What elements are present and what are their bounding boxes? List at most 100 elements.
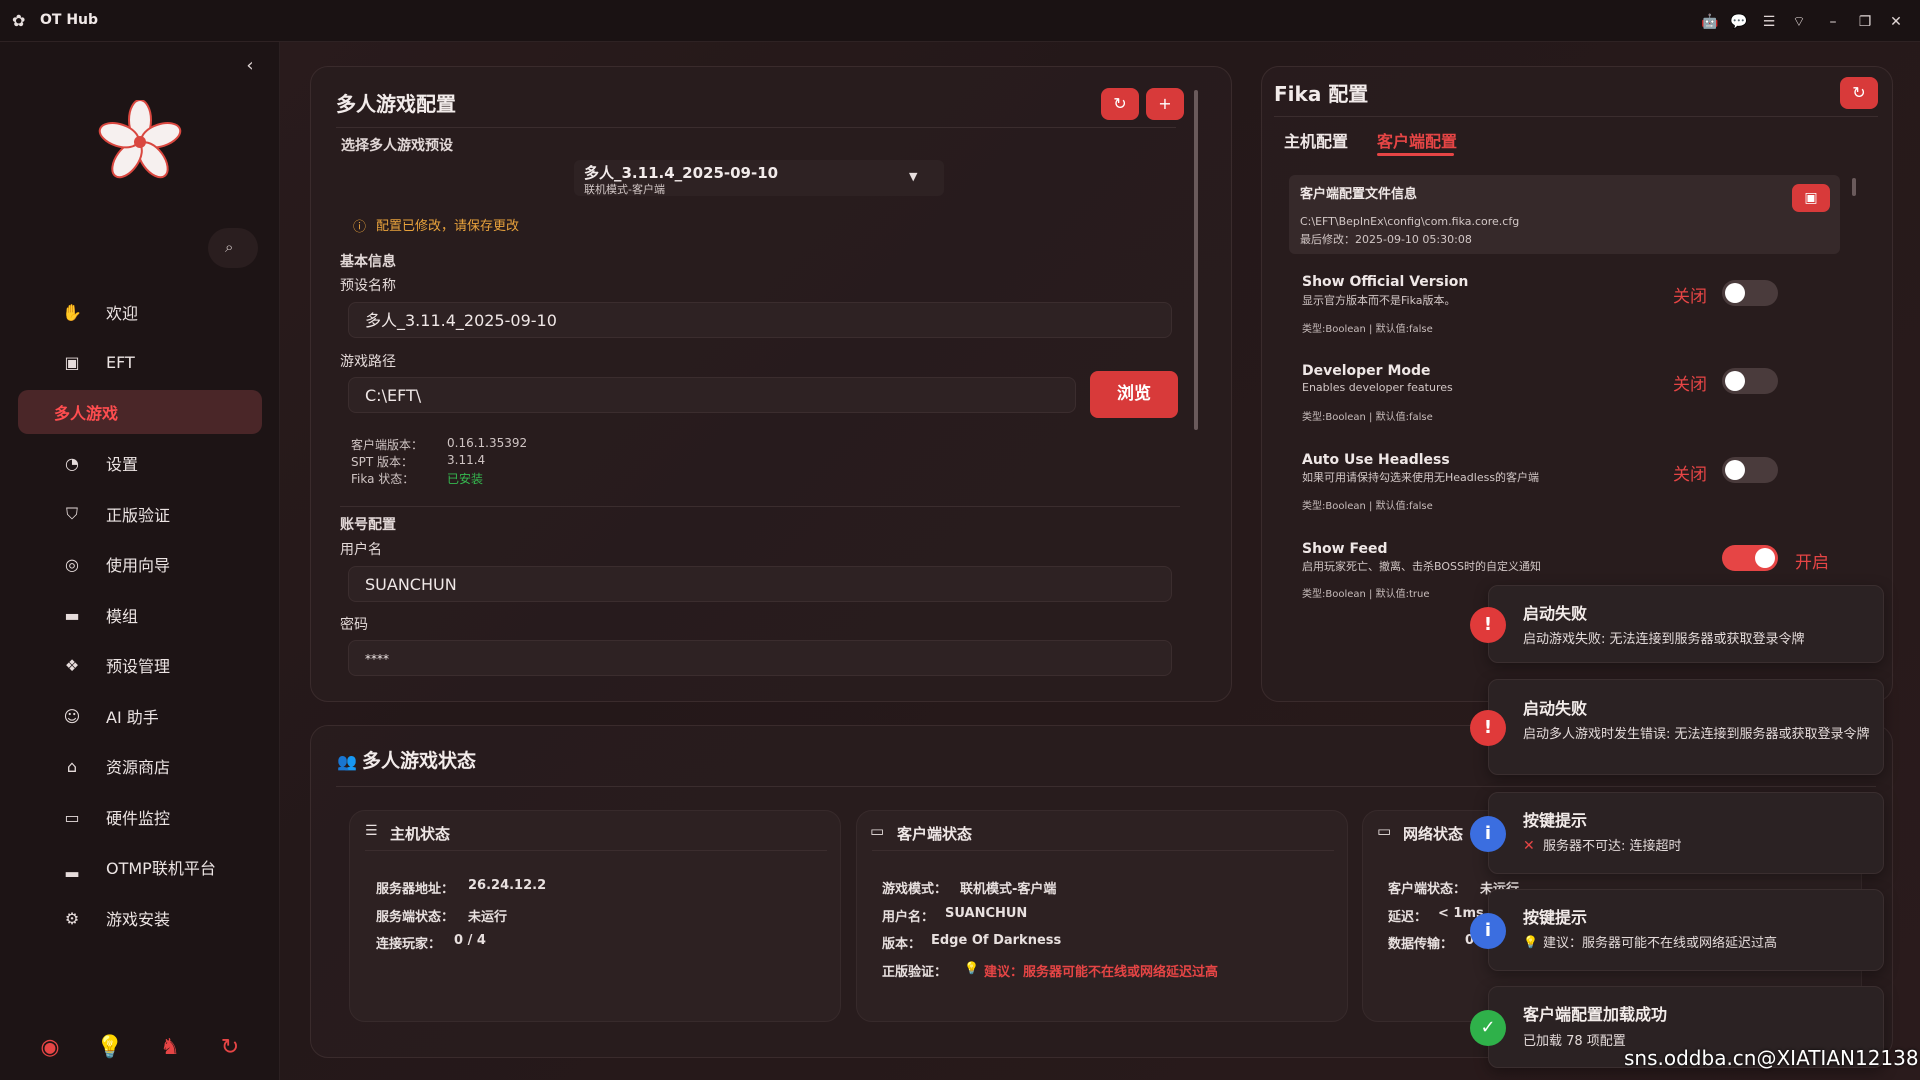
sidebar-item-license[interactable]: ⛉ 正版验证: [18, 492, 262, 536]
tab-host-config[interactable]: 主机配置: [1284, 128, 1348, 152]
scrollbar[interactable]: [1194, 90, 1198, 430]
store-icon: ⌂: [66, 756, 78, 776]
toast-message: 启动多人游戏时发生错误: 无法连接到服务器或获取登录令牌: [1523, 727, 1870, 742]
tab-client-config[interactable]: 客户端配置: [1377, 128, 1457, 152]
chat-icon[interactable]: 💬: [1729, 12, 1749, 32]
page-title: 多人游戏配置: [336, 92, 456, 116]
client-status-card: ▭ 客户端状态 游戏模式： 联机模式-客户端 用户名： SUANCHUN 版本：…: [856, 810, 1348, 1022]
toast-info[interactable]: i 按键提示 ✕ 服务器不可达: 连接超时: [1470, 792, 1884, 874]
sidebar-item-store[interactable]: ⌂ 资源商店: [18, 744, 262, 788]
warning-icon: ⓘ: [353, 220, 367, 235]
preset-select-label: 选择多人游戏预设: [341, 138, 453, 154]
checkmark-icon: ✓: [1470, 1010, 1506, 1046]
show-feed-toggle[interactable]: [1722, 545, 1778, 571]
preset-name-input[interactable]: 多人_3.11.4_2025-09-10: [348, 302, 1172, 338]
setting-title: Auto Use Headless: [1302, 452, 1450, 468]
fika-refresh-button[interactable]: ↻: [1840, 77, 1878, 109]
shield-icon: ⛉: [65, 504, 78, 523]
host-status-card: ☰ 主机状态 服务器地址： 26.24.12.2 服务端状态： 未运行 连接玩家…: [349, 810, 841, 1022]
network-status-title: 网络状态: [1403, 825, 1464, 843]
wifi-icon[interactable]: ⌔: [1789, 12, 1809, 32]
setting-state-label: 关闭: [1673, 465, 1707, 485]
sidebar-item-guide[interactable]: ◎ 使用向导: [18, 542, 262, 586]
palette-icon: ◔: [65, 453, 79, 473]
save-icon: ▣: [1804, 190, 1818, 206]
sidebar-item-welcome[interactable]: ✋ 欢迎: [18, 290, 262, 334]
edition-value: Edge Of Darkness: [931, 933, 1062, 948]
info-icon: i: [1470, 913, 1506, 949]
toast-info[interactable]: i 按键提示 💡 建议：服务器可能不在线或网络延迟过高: [1470, 889, 1884, 971]
refresh-icon[interactable]: ↻: [215, 1033, 245, 1063]
status-title: 多人游戏状态: [362, 750, 477, 772]
client-state-label: 客户端状态：: [1388, 882, 1467, 897]
fika-config-title: Fika 配置: [1274, 82, 1369, 106]
sidebar-search-button[interactable]: ⌕: [208, 228, 258, 268]
setting-meta: 类型:Boolean | 默认值:false: [1302, 501, 1433, 512]
developer-mode-toggle[interactable]: [1722, 368, 1778, 394]
users-icon: 👥: [337, 752, 357, 771]
toast-message: 建议：服务器可能不在线或网络延迟过高: [1543, 936, 1778, 951]
game-path-input[interactable]: C:\EFT\: [348, 377, 1076, 413]
server-status-value: 未运行: [468, 910, 508, 925]
data-transfer-label: 数据传输：: [1388, 937, 1454, 952]
active-tab-indicator: [1377, 153, 1454, 156]
password-input[interactable]: ****: [348, 640, 1172, 676]
browse-button[interactable]: 浏览: [1090, 371, 1178, 418]
sidebar-item-otmp[interactable]: ▂ OTMP联机平台: [18, 845, 262, 889]
toast-error[interactable]: ! 启动失败 启动多人游戏时发生错误: 无法连接到服务器或获取登录令牌: [1470, 679, 1884, 775]
github-icon[interactable]: ◉: [35, 1033, 65, 1063]
setting-title: Developer Mode: [1302, 363, 1431, 379]
client-username-value: SUANCHUN: [945, 906, 1028, 921]
robot-icon[interactable]: 🤖: [1700, 12, 1720, 32]
qq-icon[interactable]: ♞: [155, 1033, 185, 1063]
divider: [872, 850, 1334, 851]
minimize-icon[interactable]: –: [1823, 12, 1843, 32]
setting-desc: 如果可用请保持勾选来使用无Headless的客户端: [1302, 471, 1540, 484]
app-window: ✿ OT Hub 🤖 💬 ☰ ⌔ – ❐ ✕ ‹ ⌕ ✋ 欢迎 ▣ EFT 多人…: [0, 0, 1920, 1080]
setting-meta: 类型:Boolean | 默认值:false: [1302, 324, 1433, 335]
auto-use-headless-toggle[interactable]: [1722, 457, 1778, 483]
sidebar-item-ai[interactable]: ☺ AI 助手: [18, 694, 262, 738]
sidebar-item-eft[interactable]: ▣ EFT: [18, 340, 262, 384]
sidebar-item-hardware[interactable]: ▭ 硬件监控: [18, 795, 262, 839]
preset-select-subtitle: 联机模式-客户端: [584, 183, 665, 196]
scrollbar[interactable]: [1852, 178, 1856, 196]
sidebar-item-presets[interactable]: ❖ 预设管理: [18, 643, 262, 687]
server-address-value: 26.24.12.2: [468, 878, 547, 893]
list-icon[interactable]: ☰: [1759, 12, 1779, 32]
chevron-left-icon[interactable]: ‹: [240, 56, 260, 76]
license-check-label: 正版验证：: [882, 965, 948, 980]
setting-state-label: 开启: [1795, 553, 1829, 573]
setting-title: Show Feed: [1302, 541, 1388, 557]
lightbulb-icon[interactable]: 💡: [95, 1033, 125, 1063]
preset-select-value: 多人_3.11.4_2025-09-10: [584, 164, 779, 182]
show-official-version-toggle[interactable]: [1722, 280, 1778, 306]
divider: [365, 850, 827, 851]
username-label: 用户名: [340, 542, 382, 558]
app-title: OT Hub: [40, 12, 99, 28]
sidebar-item-multiplayer[interactable]: 多人游戏: [18, 390, 262, 434]
divider: [1274, 116, 1878, 117]
lightbulb-icon: 💡: [1523, 935, 1538, 949]
toast-title: 按键提示: [1523, 811, 1588, 830]
chevron-down-icon: ▼: [909, 170, 918, 183]
setting-state-label: 关闭: [1673, 287, 1707, 307]
config-file-info-card: 客户端配置文件信息 C:\EFT\BepInEx\config\com.fika…: [1289, 175, 1840, 254]
client-username-label: 用户名：: [882, 910, 935, 925]
username-input[interactable]: SUANCHUN: [348, 566, 1172, 602]
preset-select[interactable]: 多人_3.11.4_2025-09-10 联机模式-客户端 ▼: [574, 160, 944, 196]
add-preset-button[interactable]: +: [1146, 88, 1184, 120]
restore-icon[interactable]: ❐: [1855, 12, 1875, 32]
server-address-label: 服务器地址：: [376, 882, 455, 897]
save-config-button[interactable]: ▣: [1792, 184, 1830, 212]
config-file-info-title: 客户端配置文件信息: [1300, 187, 1418, 202]
refresh-button[interactable]: ↻: [1101, 88, 1139, 120]
monitor-icon: ▭: [870, 822, 885, 840]
sidebar-item-mods[interactable]: ▬ 模组: [18, 593, 262, 637]
sidebar-item-install[interactable]: ⚙ 游戏安装: [18, 896, 262, 940]
setting-meta: 类型:Boolean | 默认值:true: [1302, 589, 1430, 600]
connected-players-value: 0 / 4: [454, 933, 486, 948]
sidebar-item-settings[interactable]: ◔ 设置: [18, 441, 262, 485]
close-icon[interactable]: ✕: [1886, 12, 1906, 32]
toast-error[interactable]: ! 启动失败 启动游戏失败: 无法连接到服务器或获取登录令牌: [1470, 585, 1884, 663]
